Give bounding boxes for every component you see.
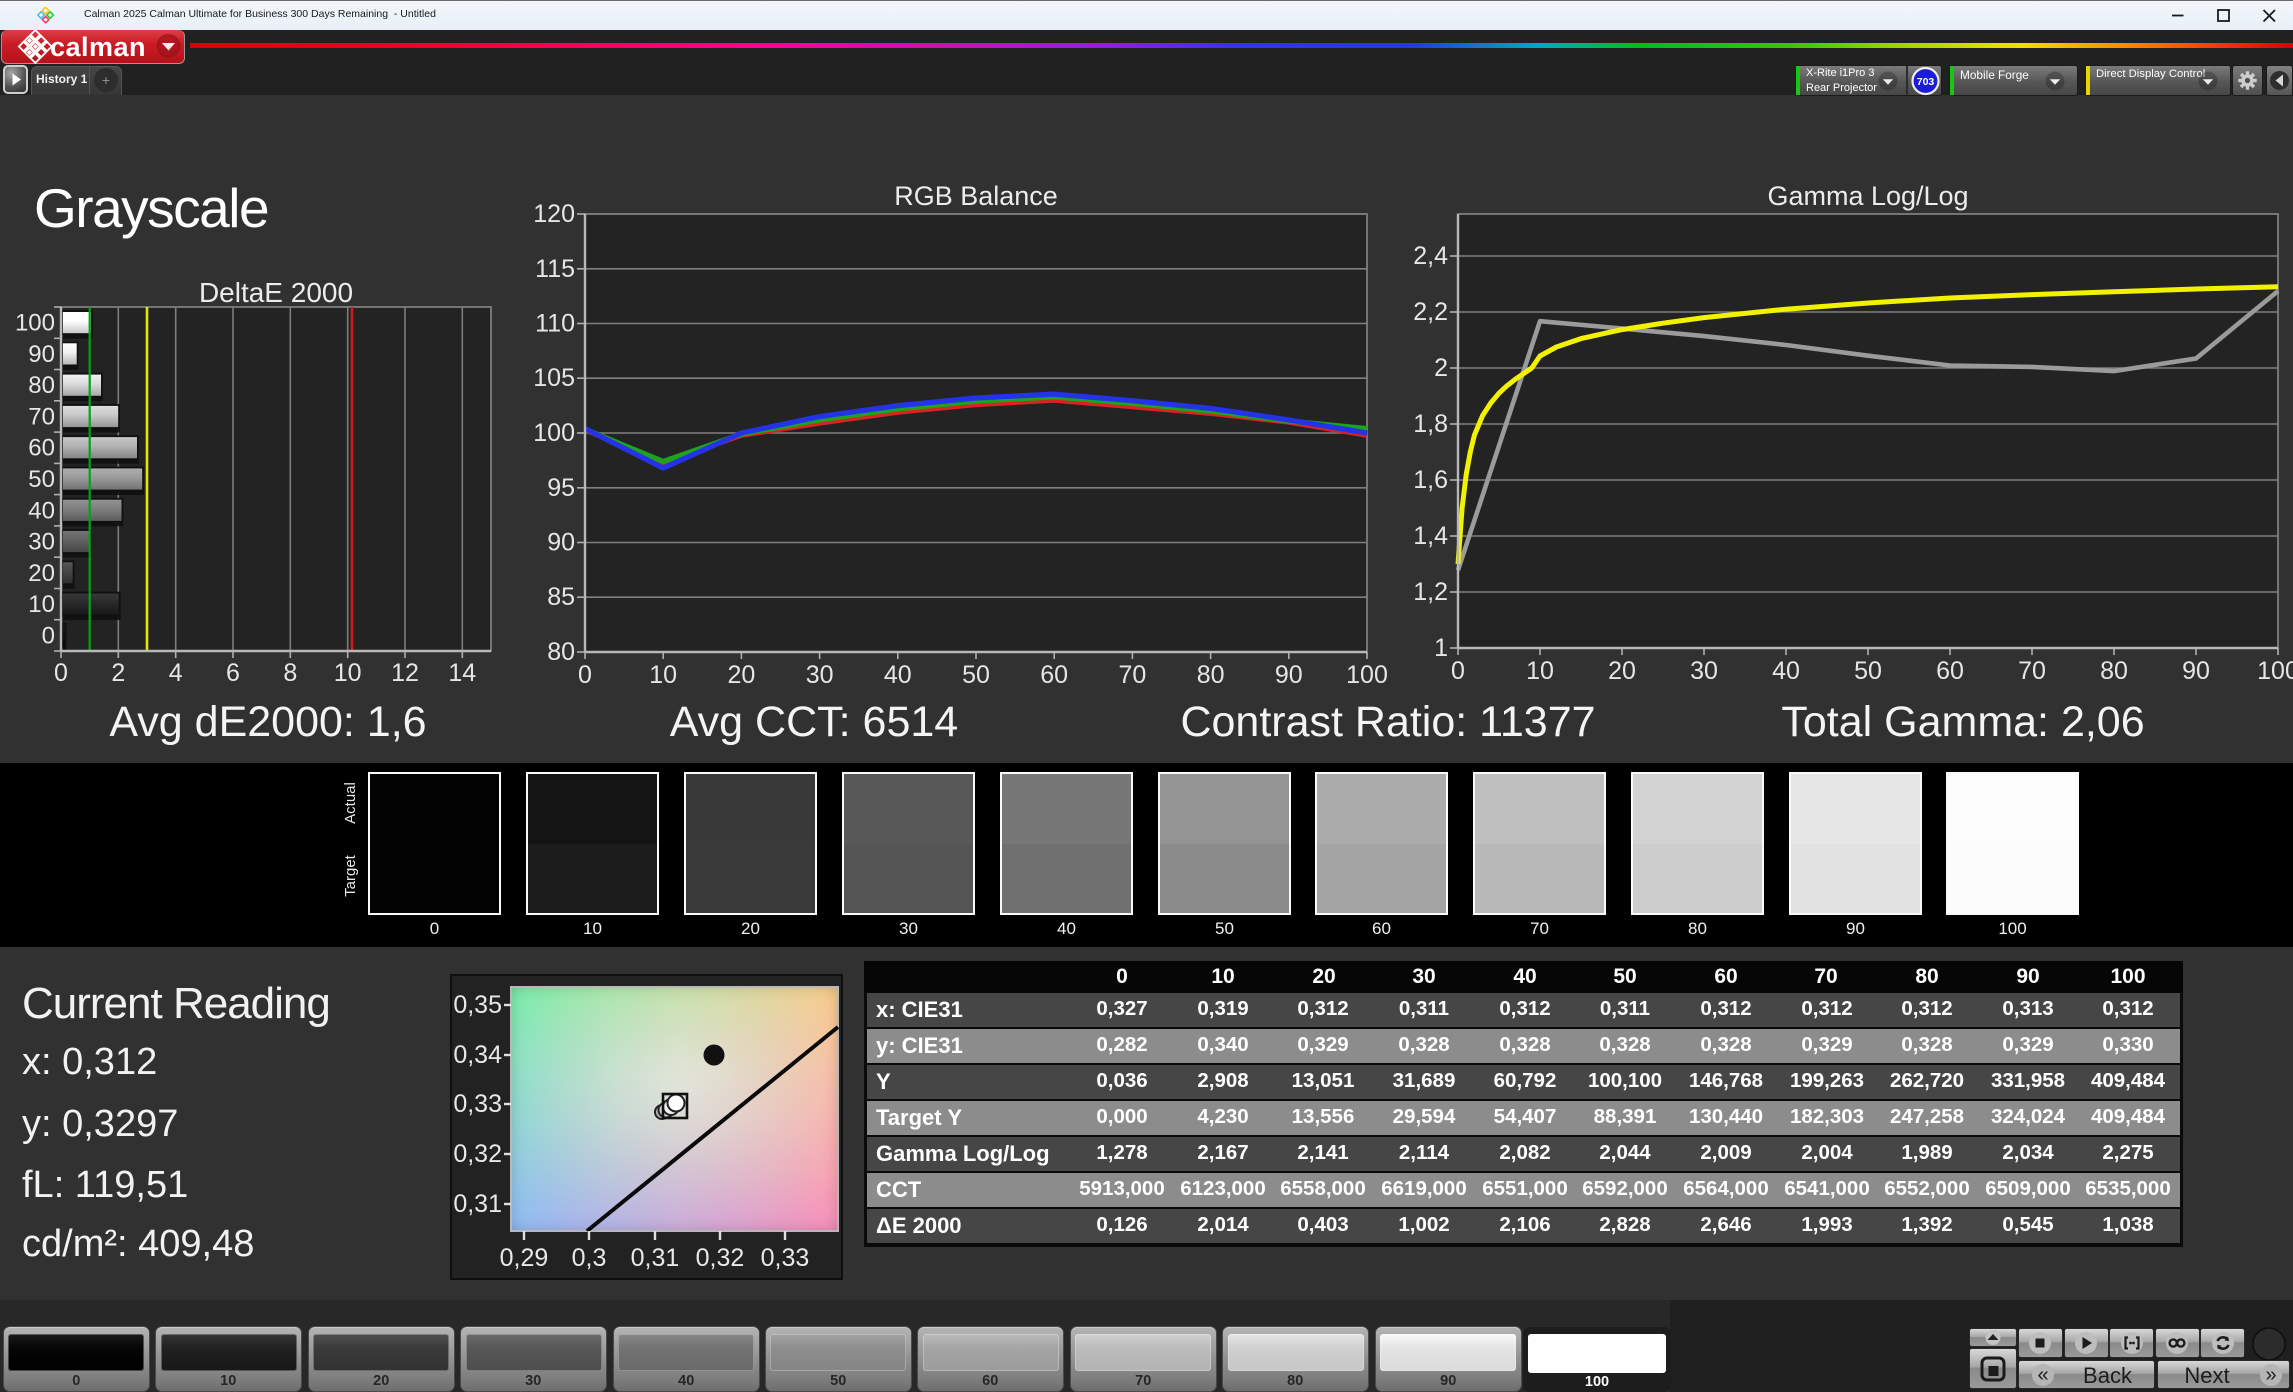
svg-text:0: 0 xyxy=(1451,657,1465,685)
svg-text:1,2: 1,2 xyxy=(1413,578,1448,606)
svg-text:+: + xyxy=(102,72,110,88)
svg-text:70: 70 xyxy=(2018,657,2046,685)
svg-text:110: 110 xyxy=(535,310,575,338)
svg-text:2: 2 xyxy=(111,659,125,687)
svg-text:90: 90 xyxy=(2182,657,2210,685)
svg-text:0,32: 0,32 xyxy=(696,1244,745,1272)
svg-text:Gamma Log/Log: Gamma Log/Log xyxy=(1767,181,1968,211)
svg-text:40: 40 xyxy=(1772,657,1800,685)
svg-text:4: 4 xyxy=(169,659,183,687)
svg-text:30: 30 xyxy=(806,661,834,689)
svg-text:80: 80 xyxy=(547,638,575,666)
svg-text:2,4: 2,4 xyxy=(1413,242,1448,270)
svg-text:100: 100 xyxy=(15,310,55,337)
svg-text:100: 100 xyxy=(1346,661,1388,689)
svg-text:10: 10 xyxy=(649,661,677,689)
svg-text:0,29: 0,29 xyxy=(500,1244,549,1272)
svg-text:1,6: 1,6 xyxy=(1413,466,1448,494)
svg-text:20: 20 xyxy=(727,661,755,689)
svg-text:80: 80 xyxy=(1197,661,1225,689)
svg-text:8: 8 xyxy=(283,659,297,687)
svg-text:70: 70 xyxy=(1118,661,1146,689)
svg-text:105: 105 xyxy=(533,364,575,392)
svg-text:50: 50 xyxy=(962,661,990,689)
svg-text:DeltaE 2000: DeltaE 2000 xyxy=(199,277,353,308)
svg-text:60: 60 xyxy=(1936,657,1964,685)
svg-text:40: 40 xyxy=(28,497,55,524)
svg-text:0,31: 0,31 xyxy=(631,1244,680,1272)
svg-text:0,33: 0,33 xyxy=(761,1244,810,1272)
svg-text:120: 120 xyxy=(533,200,575,228)
svg-text:0,35: 0,35 xyxy=(453,991,502,1019)
svg-text:30: 30 xyxy=(1690,657,1718,685)
svg-text:10: 10 xyxy=(1526,657,1554,685)
svg-text:14: 14 xyxy=(448,659,476,687)
svg-text:1: 1 xyxy=(1434,634,1448,662)
svg-text:90: 90 xyxy=(28,341,55,368)
svg-text:60: 60 xyxy=(28,435,55,462)
svg-text:85: 85 xyxy=(547,583,575,611)
svg-text:1,4: 1,4 xyxy=(1413,522,1448,550)
svg-text:0,34: 0,34 xyxy=(453,1041,502,1069)
svg-text:80: 80 xyxy=(2100,657,2128,685)
svg-text:calman: calman xyxy=(50,32,146,62)
svg-text:0,32: 0,32 xyxy=(453,1140,502,1168)
svg-text:90: 90 xyxy=(547,529,575,557)
svg-text:0,3: 0,3 xyxy=(572,1244,607,1272)
svg-text:0,31: 0,31 xyxy=(453,1190,502,1218)
svg-text:90: 90 xyxy=(1275,661,1303,689)
svg-text:703: 703 xyxy=(1917,76,1935,88)
svg-text:1,8: 1,8 xyxy=(1413,410,1448,438)
svg-text:RGB Balance: RGB Balance xyxy=(894,181,1058,211)
svg-text:40: 40 xyxy=(884,661,912,689)
svg-text:60: 60 xyxy=(1040,661,1068,689)
svg-text:«: « xyxy=(2037,1364,2048,1386)
svg-text:20: 20 xyxy=(28,560,55,587)
svg-text:10: 10 xyxy=(334,659,362,687)
svg-text:»: » xyxy=(2265,1364,2276,1386)
svg-text:12: 12 xyxy=(391,659,419,687)
svg-text:100: 100 xyxy=(533,419,575,447)
svg-text:0: 0 xyxy=(578,661,592,689)
svg-text:0: 0 xyxy=(42,622,55,649)
svg-text:10: 10 xyxy=(28,591,55,618)
svg-text:0,33: 0,33 xyxy=(453,1090,502,1118)
svg-text:115: 115 xyxy=(535,255,575,283)
svg-text:100: 100 xyxy=(2257,657,2293,685)
svg-text:50: 50 xyxy=(28,466,55,493)
svg-text:6: 6 xyxy=(226,659,240,687)
svg-text:50: 50 xyxy=(1854,657,1882,685)
svg-text:2,2: 2,2 xyxy=(1413,298,1448,326)
svg-text:30: 30 xyxy=(28,529,55,556)
svg-text:80: 80 xyxy=(28,372,55,399)
svg-text:95: 95 xyxy=(547,474,575,502)
svg-text:70: 70 xyxy=(28,404,55,431)
svg-text:0: 0 xyxy=(54,659,68,687)
svg-text:20: 20 xyxy=(1608,657,1636,685)
svg-text:2: 2 xyxy=(1434,354,1448,382)
